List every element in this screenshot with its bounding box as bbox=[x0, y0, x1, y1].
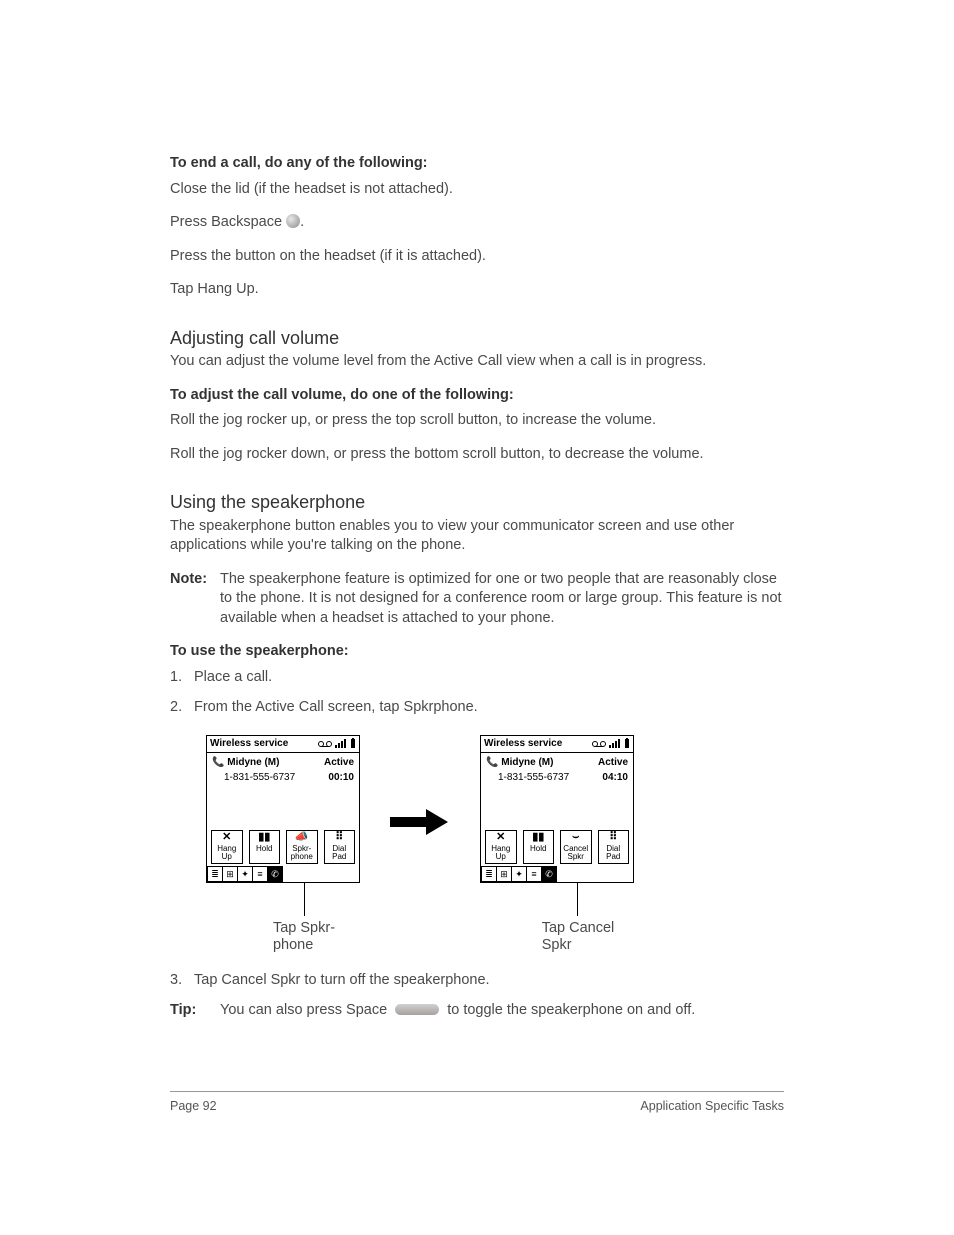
tip-before: You can also press Space bbox=[220, 1002, 387, 1018]
end-call-item-3: Press the button on the headset (if it i… bbox=[170, 247, 784, 267]
voicemail-icon bbox=[318, 740, 332, 748]
spkrphone-button[interactable]: 📣Spkr- phone bbox=[286, 830, 318, 864]
step-1-text: Place a call. bbox=[194, 668, 272, 688]
note-text: The speakerphone feature is optimized fo… bbox=[220, 570, 784, 629]
service-label-2: Wireless service bbox=[484, 737, 562, 751]
adjust-item-2: Roll the jog rocker down, or press the b… bbox=[170, 445, 784, 465]
spacebar-icon bbox=[395, 1004, 439, 1015]
sys-icon-3[interactable]: ✦ bbox=[237, 866, 252, 882]
tip-label: Tip: bbox=[170, 1001, 220, 1021]
tip-text: You can also press Space to toggle the s… bbox=[220, 1001, 695, 1021]
step-2-text: From the Active Call screen, tap Spkrpho… bbox=[194, 698, 478, 718]
contact-name-2: Midyne (M) bbox=[501, 757, 553, 768]
x-icon: ✕ bbox=[222, 832, 231, 844]
adjust-item-1: Roll the jog rocker up, or press the top… bbox=[170, 411, 784, 431]
sys-icon-phone[interactable]: ✆ bbox=[541, 866, 557, 882]
cancel-spkr-button[interactable]: ⌣Cancel Spkr bbox=[560, 830, 592, 864]
adjust-volume-intro: You can adjust the volume level from the… bbox=[170, 352, 784, 372]
hang-up-button-2[interactable]: ✕Hang Up bbox=[485, 830, 517, 864]
callout-right: Tap Cancel Spkr bbox=[542, 882, 615, 953]
phone-screen-before: Wireless service 📞 Midyne (M) Active 1-8… bbox=[206, 735, 360, 883]
sys-icon-2[interactable]: ⊞ bbox=[496, 866, 511, 882]
call-timer-left: 00:10 bbox=[328, 771, 354, 785]
hold-button[interactable]: ▮▮Hold bbox=[249, 830, 281, 864]
call-timer-right: 04:10 bbox=[602, 771, 628, 785]
screens-diagram: Wireless service 📞 Midyne (M) Active 1-8… bbox=[206, 735, 784, 953]
pause-icon: ▮▮ bbox=[532, 832, 544, 844]
page-footer: Page 92 Application Specific Tasks bbox=[170, 1091, 784, 1115]
sys-icon-4[interactable]: ≡ bbox=[252, 866, 267, 882]
step-3: 3. Tap Cancel Spkr to turn off the speak… bbox=[170, 971, 784, 991]
check-arc-icon: ⌣ bbox=[572, 832, 579, 844]
adjust-volume-title: Adjusting call volume bbox=[170, 326, 784, 350]
caption-right: Tap Cancel Spkr bbox=[542, 920, 615, 953]
press-backspace-text: Press Backspace bbox=[170, 214, 282, 230]
hang-up-button[interactable]: ✕Hang Up bbox=[211, 830, 243, 864]
phone-number-2: 1-831-555-6737 bbox=[486, 771, 569, 785]
sys-icon-phone[interactable]: ✆ bbox=[267, 866, 283, 882]
sys-icon-4[interactable]: ≡ bbox=[526, 866, 541, 882]
phone-screen-after: Wireless service 📞 Midyne (M) Active 1-8… bbox=[480, 735, 634, 883]
end-call-item-4: Tap Hang Up. bbox=[170, 280, 784, 300]
voicemail-icon bbox=[592, 740, 606, 748]
step-2: 2. From the Active Call screen, tap Spkr… bbox=[170, 698, 784, 718]
sys-icon-3[interactable]: ✦ bbox=[511, 866, 526, 882]
battery-icon bbox=[350, 738, 356, 749]
step-3-text: Tap Cancel Spkr to turn off the speakerp… bbox=[194, 971, 490, 991]
end-call-heading: To end a call, do any of the following: bbox=[170, 154, 784, 174]
sys-icon-1[interactable]: ≣ bbox=[207, 866, 222, 882]
signal-icon bbox=[609, 739, 621, 749]
phone-number: 1-831-555-6737 bbox=[212, 771, 295, 785]
sys-icon-1[interactable]: ≣ bbox=[481, 866, 496, 882]
tip-after: to toggle the speakerphone on and off. bbox=[447, 1002, 695, 1018]
caption-left: Tap Spkr- phone bbox=[273, 920, 335, 953]
call-status: Active bbox=[324, 756, 354, 770]
signal-icon bbox=[335, 739, 347, 749]
step-2-num: 2. bbox=[170, 698, 194, 718]
grid-icon: ⠿ bbox=[335, 832, 343, 844]
battery-icon bbox=[624, 738, 630, 749]
speaker-icon: 📣 bbox=[295, 832, 309, 844]
phone-handset-icon: 📞 bbox=[212, 757, 224, 768]
hold-button-2[interactable]: ▮▮Hold bbox=[523, 830, 555, 864]
backspace-period: . bbox=[300, 214, 304, 230]
end-call-item-1: Close the lid (if the headset is not att… bbox=[170, 180, 784, 200]
grid-icon: ⠿ bbox=[609, 832, 617, 844]
arrow bbox=[390, 735, 450, 831]
backspace-icon bbox=[286, 214, 300, 228]
service-label: Wireless service bbox=[210, 737, 288, 751]
step-3-num: 3. bbox=[170, 971, 194, 991]
speakerphone-subhead: To use the speakerphone: bbox=[170, 642, 784, 662]
pause-icon: ▮▮ bbox=[258, 832, 270, 844]
speakerphone-intro: The speakerphone button enables you to v… bbox=[170, 517, 784, 556]
footer-left: Page 92 bbox=[170, 1098, 217, 1115]
adjust-volume-subhead: To adjust the call volume, do one of the… bbox=[170, 386, 784, 406]
end-call-item-2: Press Backspace . bbox=[170, 213, 784, 233]
sys-icon-2[interactable]: ⊞ bbox=[222, 866, 237, 882]
footer-right: Application Specific Tasks bbox=[640, 1098, 784, 1115]
system-bar: ≣ ⊞ ✦ ≡ ✆ bbox=[207, 866, 359, 882]
phone-handset-icon: 📞 bbox=[486, 757, 498, 768]
step-1: 1. Place a call. bbox=[170, 668, 784, 688]
dial-pad-button-2[interactable]: ⠿Dial Pad bbox=[598, 830, 630, 864]
contact-name: Midyne (M) bbox=[227, 757, 279, 768]
note-block: Note: The speakerphone feature is optimi… bbox=[170, 570, 784, 629]
callout-left: Tap Spkr- phone bbox=[273, 882, 335, 953]
dial-pad-button[interactable]: ⠿Dial Pad bbox=[324, 830, 356, 864]
arrow-right-icon bbox=[390, 811, 450, 831]
x-icon: ✕ bbox=[496, 832, 505, 844]
call-status-2: Active bbox=[598, 756, 628, 770]
system-bar-2: ≣ ⊞ ✦ ≡ ✆ bbox=[481, 866, 633, 882]
step-1-num: 1. bbox=[170, 668, 194, 688]
speakerphone-title: Using the speakerphone bbox=[170, 490, 784, 514]
tip-block: Tip: You can also press Space to toggle … bbox=[170, 1001, 784, 1021]
note-label: Note: bbox=[170, 570, 220, 629]
